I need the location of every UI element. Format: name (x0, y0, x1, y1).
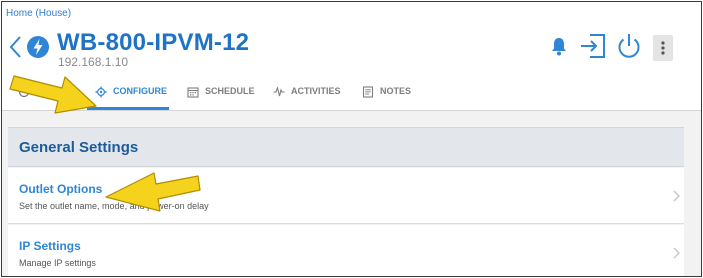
tab-activities[interactable]: ACTIVITIES (273, 86, 341, 110)
ip-settings-row[interactable]: IP Settings Manage IP settings (8, 225, 684, 276)
row-subtitle: Set the outlet name, mode, and power-on … (19, 201, 209, 211)
notes-icon (362, 86, 374, 98)
row-title: IP Settings (19, 239, 81, 253)
gear-icon (95, 86, 107, 98)
tab-bar: CONFIGURE SCHEDULE ACTIVITIES NOTES (2, 80, 701, 110)
calendar-icon (187, 86, 199, 98)
tab-notes[interactable]: NOTES (362, 86, 411, 110)
tab-configure[interactable]: CONFIGURE (87, 86, 169, 110)
device-name: WB-800-IPVM-12 (57, 29, 250, 56)
pulse-icon (273, 86, 285, 98)
row-title: Outlet Options (19, 182, 103, 196)
more-vertical-icon[interactable] (653, 35, 673, 61)
power-icon[interactable] (616, 32, 642, 60)
breadcrumb[interactable]: Home (House) (6, 8, 71, 19)
back-chevron-icon[interactable] (8, 34, 24, 60)
dashboard-icon (18, 86, 30, 98)
outlet-options-row[interactable]: Outlet Options Set the outlet name, mode… (8, 168, 684, 224)
tab-label: CONFIGURE (113, 86, 167, 96)
tab-schedule[interactable]: SCHEDULE (187, 86, 255, 110)
login-icon[interactable] (579, 32, 607, 60)
tab-label: ACTIVITIES (291, 86, 341, 96)
section-title: General Settings (19, 139, 139, 156)
tab-label: NOTES (380, 86, 412, 96)
app-window: Home (House) WB-800-IPVM-12 192.168.1.10 (1, 1, 702, 277)
row-subtitle: Manage IP settings (19, 258, 96, 268)
device-ip: 192.168.1.10 (58, 55, 129, 69)
tab-dashboard[interactable] (18, 86, 36, 110)
tab-label: SCHEDULE (205, 86, 255, 96)
bell-icon[interactable] (550, 36, 568, 56)
section-header: General Settings (8, 127, 684, 167)
chevron-right-icon (672, 190, 680, 202)
chevron-right-icon (672, 247, 680, 259)
lightning-icon (27, 36, 49, 58)
